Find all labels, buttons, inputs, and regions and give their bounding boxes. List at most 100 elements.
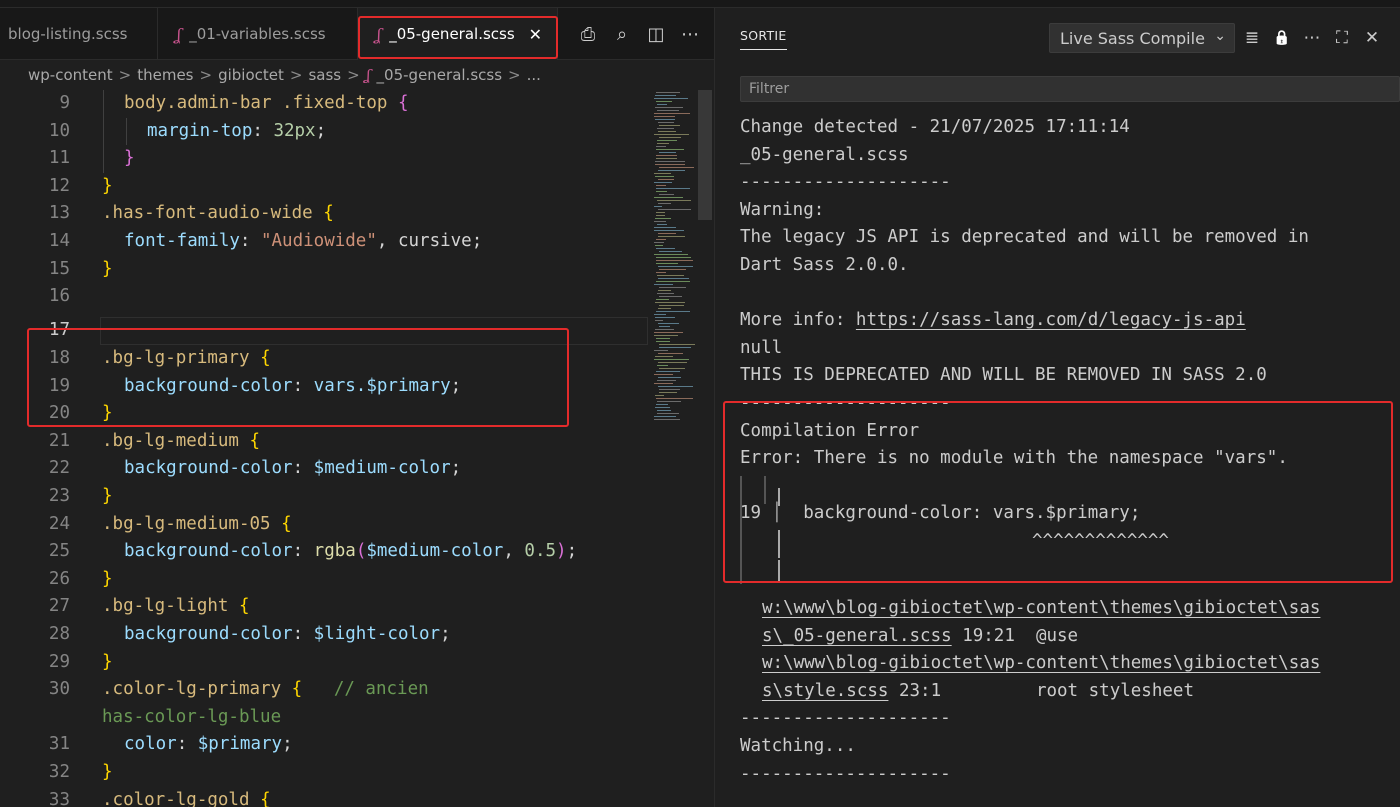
- trace-path-link[interactable]: w:\www\blog-gibioctet\wp-content\themes\…: [762, 598, 1320, 618]
- editor-scrollbar-thumb[interactable]: [698, 90, 712, 220]
- log-line: _05-general.scss: [740, 144, 909, 165]
- minimap-line: [658, 290, 671, 291]
- tab-01-variables[interactable]: ʆ _01-variables.scss: [158, 8, 358, 60]
- minimap-line: [659, 269, 686, 270]
- minimap-line: [659, 296, 682, 297]
- minimap-line: [657, 293, 674, 294]
- minimap-line: [654, 134, 689, 135]
- minimap-line: [658, 323, 679, 324]
- code-line: 24 .bg-lg-medium-05 {: [48, 513, 292, 534]
- minimap-line: [655, 329, 674, 330]
- code-line: 19 background-color: vars.$primary;: [48, 375, 462, 396]
- minimap-line: [657, 410, 671, 411]
- print-icon[interactable]: ⎙: [578, 24, 598, 45]
- code-line: 22 background-color: $medium-color;: [48, 458, 462, 479]
- tab-label: _05-general.scss: [389, 25, 515, 43]
- maximize-panel-icon[interactable]: ⛶: [1333, 28, 1351, 48]
- minimap-line: [658, 233, 676, 234]
- minimap-line: [654, 416, 676, 417]
- breadcrumb-item[interactable]: _05-general.scss: [377, 66, 502, 84]
- trace-line: w:\www\blog-gibioctet\wp-content\themes\…: [762, 595, 1320, 623]
- breadcrumb-item[interactable]: sass: [308, 66, 341, 84]
- breadcrumb-separator: >: [118, 66, 132, 84]
- minimap-line: [656, 299, 669, 300]
- minimap-line: [656, 281, 690, 282]
- minimap[interactable]: [652, 90, 698, 807]
- minimap-line: [655, 164, 685, 165]
- editor-actions: ⎙ ⌕ ◫ ⋯: [578, 8, 700, 60]
- minimap-line: [658, 203, 671, 204]
- minimap-line: [656, 188, 690, 189]
- code-line: 10 margin-top: 32px;: [48, 120, 327, 141]
- search-preview-icon[interactable]: ⌕: [612, 24, 632, 45]
- minimap-line: [656, 272, 666, 273]
- clear-output-icon[interactable]: ≣: [1243, 28, 1261, 48]
- editor-pane: blog-listing.scss ʆ _01-variables.scss ʆ…: [0, 8, 714, 807]
- minimap-line: [656, 239, 666, 240]
- gutter-bar: [778, 530, 780, 558]
- trace-line: s\style.scss 23:1 root stylesheet: [762, 680, 1194, 701]
- tab-05-general[interactable]: ʆ _05-general.scss ✕: [358, 8, 558, 60]
- minimap-line: [654, 254, 688, 255]
- tab-blog-listing[interactable]: blog-listing.scss: [0, 8, 158, 60]
- close-icon[interactable]: ✕: [529, 25, 542, 44]
- minimap-line: [658, 353, 683, 354]
- minimap-line: [659, 305, 684, 306]
- breadcrumb-item[interactable]: gibioctet: [218, 66, 284, 84]
- minimap-line: [655, 176, 674, 177]
- output-tab-title[interactable]: SORTIE: [740, 28, 787, 50]
- trace-file-link[interactable]: s\_05-general.scss: [762, 626, 952, 646]
- minimap-line: [656, 101, 672, 102]
- minimap-line: [658, 170, 685, 171]
- minimap-line: [657, 104, 667, 105]
- minimap-line: [657, 128, 674, 129]
- trace-path-link[interactable]: w:\www\blog-gibioctet\wp-content\themes\…: [762, 653, 1320, 673]
- output-channel-value: Live Sass Compile: [1060, 28, 1205, 48]
- code-line: 26}: [48, 568, 113, 589]
- log-line: --------------------: [740, 172, 951, 193]
- lock-scroll-icon[interactable]: 🔒: [1273, 30, 1291, 46]
- code-line: 25 background-color: rgba($medium-color, …: [48, 541, 578, 562]
- minimap-line: [656, 185, 666, 186]
- code-editor[interactable]: 9 body.admin-bar .fixed-top { 10 margin-to…: [0, 90, 650, 807]
- minimap-line: [657, 401, 681, 402]
- minimap-line: [659, 287, 686, 288]
- minimap-line: [654, 98, 688, 99]
- code-line: 15}: [48, 258, 113, 279]
- gutter-bar: [740, 476, 742, 584]
- more-info-link[interactable]: https://sass-lang.com/d/legacy-js-api: [856, 310, 1246, 330]
- log-line: THIS IS DEPRECATED AND WILL BE REMOVED I…: [740, 365, 1267, 386]
- tab-label: blog-listing.scss: [8, 25, 128, 43]
- code-line: 28 background-color: $light-color;: [48, 624, 451, 644]
- output-channel-select[interactable]: Live Sass Compile ⌄: [1049, 23, 1235, 53]
- code-line: 9 body.admin-bar .fixed-top {: [59, 93, 409, 113]
- breadcrumb-item[interactable]: wp-content: [28, 66, 113, 84]
- minimap-line: [657, 380, 676, 381]
- minimap-line: [655, 107, 683, 108]
- minimap-line: [656, 341, 670, 342]
- editor-tabbar: blog-listing.scss ʆ _01-variables.scss ʆ…: [0, 8, 714, 60]
- error-line-number: 19: [740, 503, 772, 524]
- minimap-line: [657, 200, 691, 201]
- breadcrumb-item[interactable]: ...: [527, 66, 541, 84]
- minimap-line: [659, 368, 685, 369]
- minimap-line: [658, 209, 691, 210]
- minimap-line: [654, 332, 683, 333]
- trace-file-link[interactable]: s\style.scss: [762, 681, 888, 701]
- minimap-line: [658, 278, 689, 279]
- minimap-line: [656, 404, 668, 405]
- breadcrumb-item[interactable]: themes: [137, 66, 193, 84]
- split-editor-icon[interactable]: ◫: [646, 24, 666, 45]
- minimap-line: [659, 167, 694, 168]
- close-panel-icon[interactable]: ✕: [1363, 28, 1381, 48]
- code-line: 32}: [48, 762, 113, 782]
- code-line: 18 .bg-lg-primary {: [48, 348, 271, 368]
- minimap-line: [657, 275, 684, 276]
- more-actions-icon[interactable]: ⋯: [680, 24, 700, 45]
- filter-input[interactable]: Filtrer: [740, 76, 1400, 102]
- log-line: The legacy JS API is deprecated and will…: [740, 227, 1309, 248]
- minimap-line: [656, 158, 677, 159]
- minimap-line: [654, 383, 673, 384]
- minimap-line: [654, 335, 678, 336]
- more-actions-icon[interactable]: ⋯: [1303, 28, 1321, 48]
